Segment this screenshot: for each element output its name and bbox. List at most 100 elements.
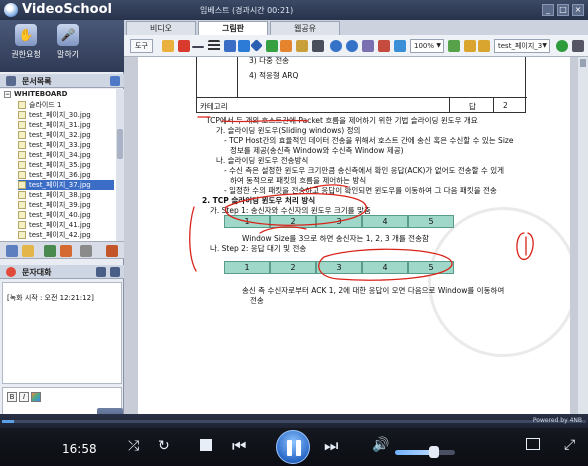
page-select-value: test_페이지_3 (498, 42, 543, 50)
tree-scrollbar[interactable] (116, 89, 124, 241)
tree-item-label: test_페이지_36.jpg (29, 171, 91, 179)
tree-item[interactable]: test_페이지_36.jpg (18, 170, 114, 180)
pen-icon[interactable] (178, 40, 190, 52)
tree-item[interactable]: test_페이지_40.jpg (18, 210, 114, 220)
export-icon[interactable] (60, 245, 72, 257)
left-sidebar: ✋ 권한요청 🎤 말하기 문서목록 − WHITEBOARD 슬라이드 1 tes… (0, 20, 124, 432)
whiteboard-canvas[interactable]: 3) 다중 전송 4) 적응형 ARQ 카테고리 답 2 TCP에서 두 개의 … (124, 57, 588, 414)
minimize-icon[interactable]: _ (542, 4, 554, 16)
chat-message: [녹화 시작 : 오전 12:21:12] (7, 294, 94, 302)
bold-button[interactable]: B (7, 392, 17, 402)
repeat-icon[interactable]: ↻ (158, 438, 170, 454)
tree-item-label: test_페이지_31.jpg (29, 121, 91, 129)
tree-item[interactable]: test_페이지_33.jpg (18, 140, 114, 150)
fullscreen-icon[interactable]: ⤢ (564, 437, 575, 453)
fill-color-icon[interactable] (224, 40, 236, 52)
chat-icon (6, 267, 16, 277)
zoom-select[interactable]: 100% ▼ (410, 39, 444, 53)
window-mode-icon[interactable] (526, 438, 540, 450)
image-file-icon (18, 121, 26, 129)
tree-item-label: test_페이지_42.jpg (29, 231, 91, 239)
edit-icon[interactable] (106, 245, 118, 257)
tree-item[interactable]: test_페이지_41.jpg (18, 220, 114, 230)
fit-page-icon[interactable] (448, 40, 460, 52)
tree-item-label: test_페이지_33.jpg (29, 141, 91, 149)
open-folder-icon[interactable] (22, 245, 34, 257)
line-width-icon[interactable] (192, 46, 204, 48)
tree-item-label: test_페이지_41.jpg (29, 221, 91, 229)
tree-item[interactable]: test_페이지_38.jpg (18, 190, 114, 200)
tree-item[interactable]: test_페이지_32.jpg (18, 130, 114, 140)
title-bar: VideoSchool 임베스트 (경과시간 00:21) _ □ × (0, 0, 588, 20)
select-icon[interactable] (362, 40, 374, 52)
tree-item[interactable]: test_페이지_42.jpg (18, 230, 114, 240)
previous-icon[interactable]: ⏮ (232, 436, 246, 456)
speak-button[interactable]: 🎤 말하기 (48, 24, 88, 60)
upload-icon[interactable] (44, 245, 56, 257)
shuffle-icon[interactable]: ⤮ (128, 438, 139, 454)
user-icon[interactable] (6, 76, 16, 86)
tree-item[interactable]: test_페이지_39.jpg (18, 200, 114, 210)
progress-track[interactable] (2, 420, 586, 423)
new-document-icon[interactable] (6, 245, 18, 257)
folder-icon[interactable] (110, 76, 120, 86)
tab-video[interactable]: 비디오 (126, 21, 196, 35)
delete-icon[interactable] (80, 245, 92, 257)
undo-icon[interactable] (330, 40, 342, 52)
prev-page-icon[interactable] (464, 40, 476, 52)
tree-root[interactable]: − WHITEBOARD (4, 90, 67, 98)
tree-item[interactable]: test_페이지_37.jpg (18, 180, 114, 190)
tree-scroll-thumb[interactable] (117, 129, 123, 159)
annotation-bracket (189, 206, 197, 272)
image-file-icon (18, 161, 26, 169)
image-file-icon (18, 131, 26, 139)
redo-icon[interactable] (346, 40, 358, 52)
next-page-icon[interactable] (478, 40, 490, 52)
tools-menu-button[interactable]: 도구 (130, 39, 153, 53)
canvas-scroll-thumb[interactable] (580, 59, 586, 67)
shape-icon[interactable] (250, 39, 263, 52)
session-elapsed-time: 임베스트 (경과시간 00:21) (200, 6, 294, 15)
bucket-icon[interactable] (238, 40, 250, 52)
save-chat-icon[interactable] (96, 267, 106, 277)
add-page-icon[interactable] (556, 40, 568, 52)
page-select[interactable]: test_페이지_3 ▼ (494, 39, 550, 53)
eraser-icon[interactable] (280, 40, 292, 52)
pencil-icon[interactable] (162, 40, 174, 52)
tree-item-label: test_페이지_39.jpg (29, 201, 91, 209)
stop-icon[interactable] (200, 439, 212, 451)
tab-web-share[interactable]: 웹공유 (270, 21, 340, 35)
check-icon[interactable] (266, 40, 278, 52)
collapse-icon[interactable]: − (4, 90, 11, 98)
zoom-value: 100% (414, 42, 435, 50)
chat-settings-icon[interactable] (110, 267, 120, 277)
tree-item[interactable]: test_페이지_35.jpg (18, 160, 114, 170)
maximize-icon[interactable]: □ (557, 4, 569, 16)
request-permission-button[interactable]: ✋ 권한요청 (6, 24, 46, 60)
italic-button[interactable]: I (19, 392, 29, 402)
annotation-slide-loop (318, 248, 453, 281)
next-icon[interactable]: ⏭ (324, 436, 338, 456)
pause-button[interactable] (276, 430, 310, 464)
image-file-icon (18, 171, 26, 179)
clear-icon[interactable] (378, 40, 390, 52)
tree-item[interactable]: 슬라이드 1 (18, 100, 114, 110)
color-picker-icon[interactable] (31, 392, 41, 402)
image-file-icon (18, 191, 26, 199)
highlighter-icon[interactable] (296, 40, 308, 52)
tree-item[interactable]: test_페이지_31.jpg (18, 120, 114, 130)
canvas-scrollbar[interactable] (578, 57, 588, 414)
text-tool-icon[interactable] (312, 40, 324, 52)
document-page[interactable]: 3) 다중 전송 4) 적응형 ARQ 카테고리 답 2 TCP에서 두 개의 … (138, 57, 570, 414)
playback-progress[interactable]: Powered by 4NB (0, 414, 588, 428)
close-icon[interactable]: × (572, 4, 584, 16)
tree-item[interactable]: test_페이지_30.jpg (18, 110, 114, 120)
tree-item[interactable]: test_페이지_34.jpg (18, 150, 114, 160)
volume-slider-handle[interactable] (429, 446, 439, 458)
tab-paint[interactable]: 그림판 (198, 21, 268, 35)
line-style-icon[interactable] (208, 40, 220, 52)
sidebar-tools: ✋ 권한요청 🎤 말하기 (0, 20, 124, 72)
volume-icon[interactable]: 🔊 (372, 437, 389, 453)
page-settings-icon[interactable] (572, 40, 584, 52)
zoom-in-icon[interactable] (394, 40, 406, 52)
